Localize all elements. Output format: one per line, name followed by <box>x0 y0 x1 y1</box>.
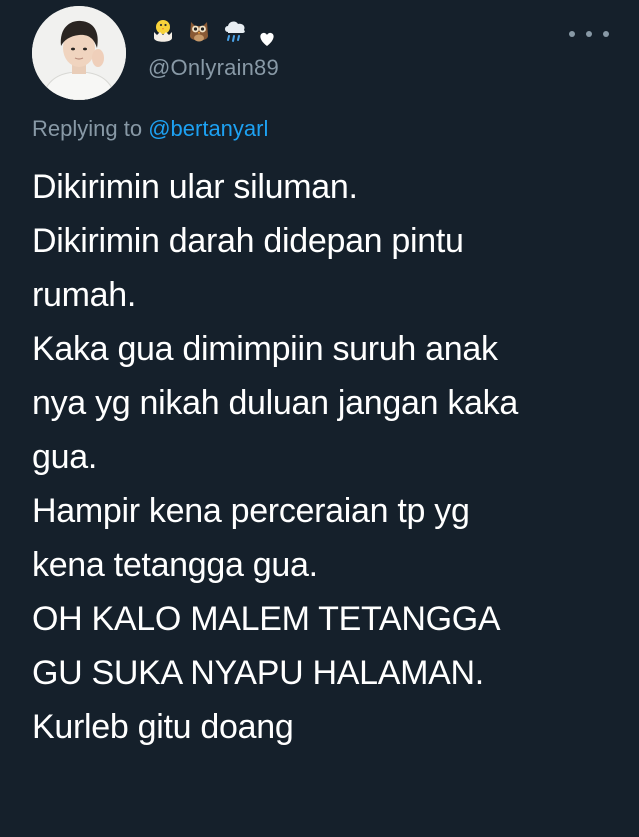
tweet-text-line: rumah. <box>32 276 137 314</box>
avatar[interactable] <box>32 6 126 100</box>
tweet-text-line: Kaka gua dimimpiin suruh anak <box>32 330 498 368</box>
white-heart-icon <box>258 22 276 46</box>
tweet-text-line: GU SUKA NYAPU HALAMAN. <box>32 654 484 692</box>
avatar-image <box>32 6 126 100</box>
tweet-text-line: Hampir kena perceraian tp yg <box>32 492 470 530</box>
tweet-text-line: Dikirimin ular siluman. <box>32 168 358 206</box>
display-name[interactable] <box>148 14 276 48</box>
more-dot-icon <box>569 31 575 37</box>
replying-to: Replying to @bertanyarl <box>32 114 268 144</box>
chick-hatching-icon <box>148 16 178 46</box>
tweet-text-line: nya yg nikah duluan jangan kaka <box>32 384 518 422</box>
tweet: @Onlyrain89 Replying to @bertanyarl Diki… <box>0 0 639 837</box>
tweet-text-line: OH KALO MALEM TETANGGA <box>32 600 501 638</box>
replying-to-label: Replying to <box>32 116 143 141</box>
user-handle[interactable]: @Onlyrain89 <box>148 53 279 83</box>
more-options-button[interactable] <box>569 24 609 44</box>
tweet-text-line: Dikirimin darah didepan pintu <box>32 222 464 260</box>
more-dot-icon <box>586 31 592 37</box>
tweet-text-line: Kurleb gitu doang <box>32 708 294 746</box>
tweet-text-line: gua. <box>32 438 97 476</box>
owl-icon <box>184 16 214 46</box>
more-dot-icon <box>603 31 609 37</box>
reply-mention-link[interactable]: @bertanyarl <box>148 116 268 141</box>
tweet-text: Dikirimin ular siluman. Dikirimin darah … <box>32 160 612 754</box>
cloud-rain-icon <box>220 16 250 46</box>
tweet-text-line: kena tetangga gua. <box>32 546 318 584</box>
